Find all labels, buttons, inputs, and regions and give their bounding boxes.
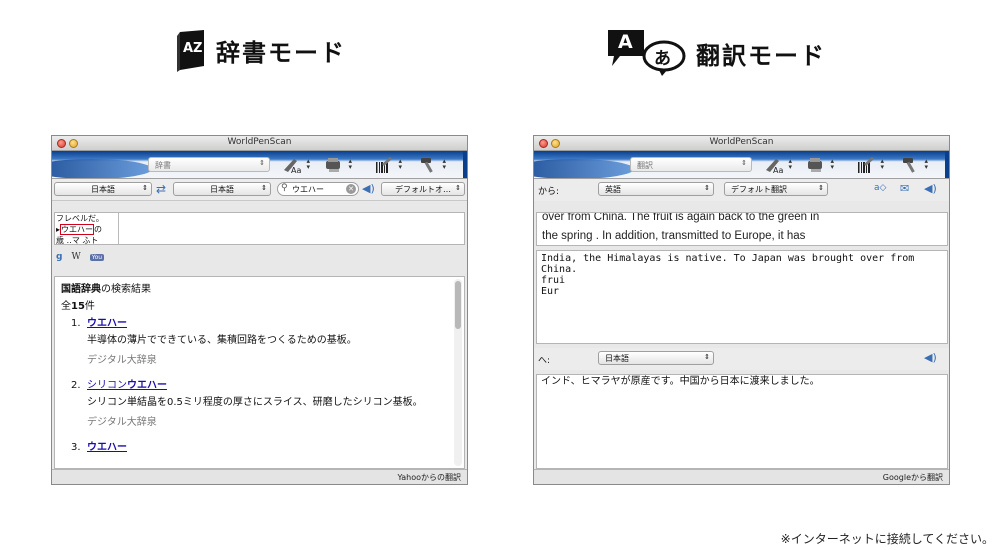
- from-language-select[interactable]: 日本語 ⇕: [54, 182, 152, 196]
- search-icon: ⚲: [281, 183, 288, 193]
- results-count: 全15件: [61, 301, 95, 312]
- results-content: 国語辞典の検索結果 全15件 1. ウエハー 半導体の薄片でできている、集積回路…: [55, 277, 464, 460]
- status-bar: Yahooからの翻訳: [52, 469, 467, 484]
- speaker-icon[interactable]: ◀): [924, 351, 937, 364]
- translate-bubbles-icon: A あ: [606, 28, 688, 78]
- hammer-icon: [421, 158, 433, 173]
- results-pane: 国語辞典の検索結果 全15件 1. ウエハー 半導体の薄片でできている、集積回路…: [54, 276, 465, 469]
- mode-select[interactable]: 辞書 ⇕: [148, 157, 270, 172]
- toolbar: 辞書 ⇕ Aa ▴ ▾ ▴ ▾ ▴ ▾ ▴ ▾: [52, 151, 467, 179]
- result-text-area[interactable]: インド、ヒマラヤが原産です。中国から日本に渡来しました。: [536, 374, 948, 469]
- result-link[interactable]: ウエハー: [87, 318, 127, 329]
- from-row: から: 英語 ⇕ デフォルト翻訳 ⇕ a◇ ✉ ◀): [534, 179, 949, 201]
- settings-tool[interactable]: ▴ ▾: [418, 156, 446, 174]
- scanner-icon: [808, 158, 822, 172]
- toolbar: 翻訳 ⇕ Aa ▴ ▾ ▴ ▾ ▴ ▾ ▴ ▾: [534, 151, 949, 179]
- scan-preview-image: フレベルだ。 ▸ウエハーの 歳 ‥マ ふト: [55, 213, 119, 244]
- scanner-tool[interactable]: ▴ ▾: [324, 156, 352, 174]
- barcode-tool[interactable]: ▴ ▾: [856, 156, 884, 174]
- window-title: WorldPenScan: [709, 137, 774, 147]
- trans-mode-label: 翻訳モード: [696, 41, 826, 70]
- svg-text:Aa: Aa: [773, 166, 783, 174]
- pen-font-tool[interactable]: Aa ▴ ▾: [282, 156, 310, 175]
- scan-preview-pane: フレベルだ。 ▸ウエハーの 歳 ‥マ ふト: [54, 212, 465, 245]
- eraser-icon[interactable]: a◇: [874, 183, 886, 193]
- to-language-select[interactable]: 日本語 ⇕: [598, 351, 714, 365]
- source-icons: g W You: [56, 252, 105, 262]
- scanner-icon: [326, 158, 340, 172]
- settings-tool[interactable]: ▴ ▾: [900, 156, 928, 174]
- pen-aa-icon: Aa: [766, 159, 783, 175]
- speaker-icon[interactable]: ◀): [362, 182, 375, 195]
- trans-mode-heading: A あ 翻訳モード: [606, 28, 826, 78]
- hammer-icon: [903, 158, 915, 173]
- to-row: へ: 日本語 ⇕ ◀): [534, 348, 949, 370]
- barcode-pen-icon: [376, 157, 392, 173]
- swap-languages-icon[interactable]: ⇄: [156, 182, 166, 196]
- mail-icon[interactable]: ✉: [900, 182, 909, 195]
- mode-select[interactable]: 翻訳 ⇕: [630, 157, 752, 172]
- from-label: から:: [538, 187, 560, 197]
- to-language-select[interactable]: 日本語 ⇕: [173, 182, 271, 196]
- wikipedia-icon[interactable]: W: [71, 252, 80, 262]
- result-link[interactable]: ウエハー: [87, 442, 127, 453]
- dict-mode-heading: AZ 辞書モード: [174, 28, 346, 72]
- youtube-icon[interactable]: You: [89, 253, 105, 261]
- scan-preview-pane: over from China. The fruit is again back…: [536, 212, 948, 246]
- search-input[interactable]: ⚲ ウエハー ✕: [277, 182, 359, 196]
- dictionary-book-icon: AZ: [174, 28, 208, 72]
- to-label: へ:: [538, 356, 551, 366]
- search-row: 日本語 ⇕ ⇄ 日本語 ⇕ ⚲ ウエハー ✕ ◀) デフォルトオ… ⇕: [52, 179, 467, 201]
- dict-window: WorldPenScan 辞書 ⇕ Aa ▴ ▾ ▴ ▾ ▴ ▾ ▴ ▾ 日本語 ⇕ ⇄ 日本…: [51, 135, 468, 485]
- barcode-pen-icon: [858, 157, 874, 173]
- scanner-tool[interactable]: ▴ ▾: [806, 156, 834, 174]
- barcode-tool[interactable]: ▴ ▾: [374, 156, 402, 174]
- window-title: WorldPenScan: [227, 137, 292, 147]
- source-text-area[interactable]: India, the Himalayas is native. To Japan…: [536, 250, 948, 344]
- status-bar: Googleから翻訳: [534, 469, 949, 484]
- google-icon[interactable]: g: [56, 252, 62, 262]
- voice-select[interactable]: デフォルトオ… ⇕: [381, 182, 465, 196]
- clear-search-icon[interactable]: ✕: [346, 184, 356, 194]
- svg-text:Aa: Aa: [291, 166, 301, 174]
- dict-mode-label: 辞書モード: [216, 38, 346, 67]
- trans-window: WorldPenScan 翻訳 ⇕ Aa ▴ ▾ ▴ ▾ ▴ ▾ ▴ ▾ から: 英語 ⇕ デ…: [533, 135, 950, 485]
- list-item: 2. シリコンウエハー シリコン単結晶を0.5ミリ程度の厚さにスライス、研磨した…: [71, 380, 423, 428]
- footer-note: ※インターネットに接続してください。: [780, 532, 994, 546]
- window-titlebar[interactable]: WorldPenScan: [52, 136, 467, 151]
- result-link[interactable]: シリコンウエハー: [87, 380, 167, 391]
- window-titlebar[interactable]: WorldPenScan: [534, 136, 949, 151]
- from-language-select[interactable]: 英語 ⇕: [598, 182, 714, 196]
- results-scrollbar[interactable]: [454, 279, 462, 466]
- list-item: 3. ウエハー: [71, 442, 127, 453]
- results-header: 国語辞典の検索結果: [61, 284, 151, 295]
- scrollbar-thumb[interactable]: [455, 281, 461, 329]
- pen-aa-icon: Aa: [284, 159, 301, 175]
- engine-select[interactable]: デフォルト翻訳 ⇕: [724, 182, 828, 196]
- list-item: 1. ウエハー 半導体の薄片でできている、集積回路をつくるための基板。 デジタル…: [71, 318, 357, 366]
- speaker-icon[interactable]: ◀): [924, 182, 937, 195]
- pen-font-tool[interactable]: Aa ▴ ▾: [764, 156, 792, 175]
